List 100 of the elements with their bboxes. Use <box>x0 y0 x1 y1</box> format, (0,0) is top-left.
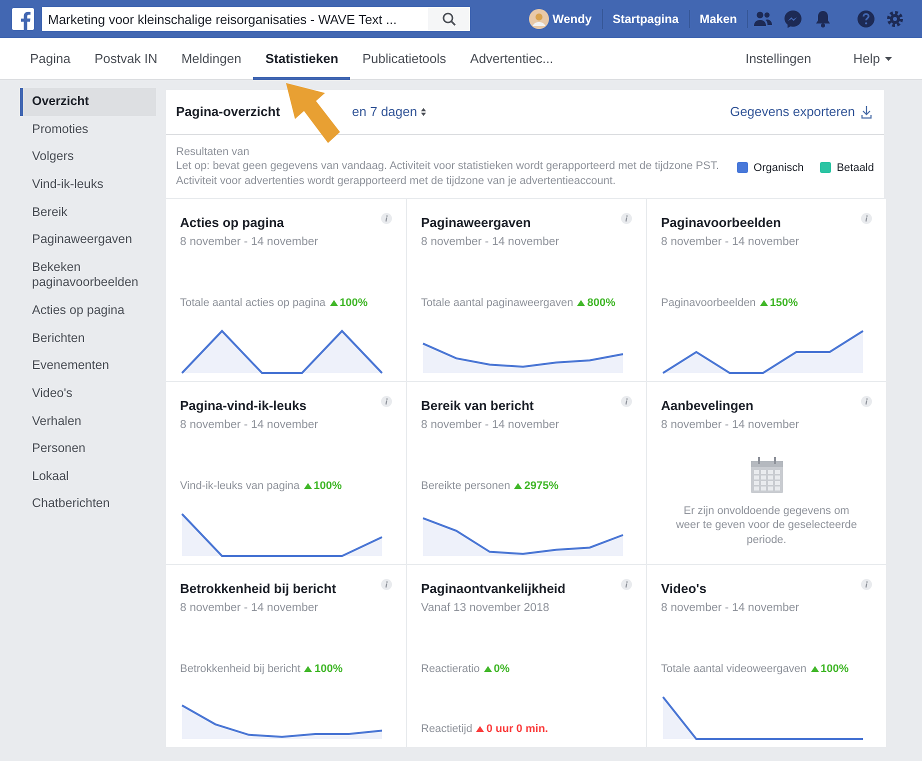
info-icon[interactable] <box>621 212 632 224</box>
trend-up-icon <box>514 482 522 489</box>
metric-label: Betrokkenheid bij bericht <box>180 662 300 677</box>
page-tab[interactable]: Meldingen <box>169 38 254 80</box>
card-title: Acties op pagina <box>180 214 286 232</box>
date-range-text: 8 november - 14 november <box>661 601 800 616</box>
sidebar-item[interactable]: Personen <box>20 435 156 463</box>
settings-icon[interactable] <box>885 9 905 29</box>
page-tab[interactable]: Statistieken <box>253 38 350 80</box>
page-tab[interactable]: Postvak IN <box>82 38 170 80</box>
annotation-arrow <box>285 82 341 144</box>
sidebar-item[interactable]: Promoties <box>20 116 156 144</box>
sidebar-item[interactable]: Verhalen <box>20 408 156 436</box>
sidebar-item[interactable]: Evenementen <box>20 352 156 380</box>
trend-up-icon <box>476 726 484 732</box>
card-title: Pagina-vind-ik-leuks <box>180 396 308 415</box>
change-value: 0 uur 0 min. <box>486 722 548 738</box>
sidebar-item[interactable]: Paginaweergaven <box>20 226 156 254</box>
date-range-text: 8 november - 14 november <box>421 235 560 250</box>
date-range-text: 8 november - 14 november <box>421 418 560 434</box>
date-range-dropdown[interactable]: en 7 dagen <box>346 101 432 123</box>
change-value: 100% <box>314 478 342 494</box>
trend-up-icon <box>304 666 312 672</box>
notifications-bell-icon[interactable] <box>813 9 833 29</box>
page-tab[interactable]: Pagina <box>18 38 82 80</box>
download-icon <box>861 105 872 119</box>
date-range-text: 8 november - 14 november <box>661 235 800 250</box>
sidebar-item[interactable]: Lokaal <box>20 462 156 490</box>
sidebar-item[interactable]: Overzicht <box>20 88 156 116</box>
empty-message: Er zijn onvoldoende gegevens om weer te geven voor de geselecteerde periode. <box>674 504 858 548</box>
friends-icon[interactable] <box>753 9 773 29</box>
date-range-text: 8 november - 14 november <box>180 418 320 434</box>
change-value: 0% <box>494 662 510 677</box>
section-title: Pagina-overzicht <box>176 103 280 122</box>
date-range-text: 8 november - 14 november <box>180 601 320 616</box>
info-icon[interactable] <box>621 578 632 590</box>
trend-up-icon <box>484 666 492 672</box>
nav-link[interactable]: Maken <box>690 10 748 28</box>
sidebar-item[interactable]: Chatberichten <box>20 490 156 518</box>
search-icon <box>442 12 456 26</box>
sidebar-item[interactable]: Bekeken paginavoorbeelden <box>20 254 156 297</box>
info-icon[interactable] <box>861 578 872 590</box>
change-value: 100% <box>314 662 343 677</box>
card-title: Aanbevelingen <box>661 396 754 415</box>
info-icon[interactable] <box>381 212 392 224</box>
results-text: Resultaten van <box>176 145 250 160</box>
change-value: 150% <box>770 296 798 311</box>
sidebar-item[interactable]: Vind-ik-leuks <box>20 170 156 198</box>
page-tab[interactable]: Publicatietools <box>350 38 458 80</box>
trend-up-icon <box>810 666 819 672</box>
page-tab[interactable]: Help <box>841 38 904 80</box>
change-value: 100% <box>340 296 368 311</box>
sidebar-item[interactable]: Berichten <box>20 324 156 352</box>
messenger-icon[interactable] <box>783 9 803 29</box>
profile-link[interactable]: Wendy <box>518 9 603 29</box>
search-field[interactable]: Marketing voor kleinschalige reisorganisaties - WAVE Text ... <box>42 7 428 31</box>
info-icon[interactable] <box>381 578 392 590</box>
sidebar-item[interactable]: Video's <box>20 380 156 408</box>
sidebar-item[interactable]: Volgers <box>20 143 156 171</box>
change-value: 100% <box>820 662 849 677</box>
sidebar-item[interactable]: Acties op pagina <box>20 297 156 325</box>
calendar-icon <box>750 456 784 494</box>
card-title: Video's <box>661 580 708 598</box>
date-range-text: 8 november - 14 november <box>661 418 800 434</box>
facebook-logo-icon[interactable] <box>12 8 34 30</box>
legend-label: Organisch <box>754 160 804 175</box>
legend-label: Betaald <box>836 160 874 175</box>
nav-link[interactable]: Startpagina <box>602 10 690 28</box>
card-title: Paginaweergaven <box>421 214 532 232</box>
card-title: Bereik van bericht <box>421 396 535 415</box>
date-range-text: Vanaf 13 november 2018 <box>421 601 550 616</box>
help-icon[interactable] <box>856 9 876 29</box>
page-tab[interactable]: Advertentiec... <box>458 38 566 80</box>
note-text: Activiteit voor advertenties wordt gerapporteerd met de tijdzone van je advertentieaccount. <box>176 174 617 188</box>
metric-label: Totale aantal paginaweergaven <box>421 296 574 311</box>
metric-label: Totale aantal videoweergaven <box>661 662 807 677</box>
change-value: 2975% <box>524 478 559 494</box>
sidebar-item[interactable]: Bereik <box>20 198 156 226</box>
metric-label: Reactieratio <box>421 662 480 677</box>
export-link[interactable]: Gegevens exporteren <box>730 102 872 122</box>
metric-label: Totale aantal acties op pagina <box>180 296 326 311</box>
metric-label: Bereikte personen <box>421 478 510 494</box>
trend-up-icon <box>304 482 312 489</box>
trend-up-icon <box>577 300 586 306</box>
card-title: Betrokkenheid bij bericht <box>180 580 338 598</box>
metric-label: Vind-ik-leuks van pagina <box>180 478 300 494</box>
info-icon[interactable] <box>381 396 392 407</box>
metric-label: Paginavoorbeelden <box>661 296 756 311</box>
info-icon[interactable] <box>861 396 872 407</box>
change-value: 800% <box>587 296 616 311</box>
page-tab[interactable]: Instellingen <box>733 38 824 80</box>
metric-label: Reactietijd <box>421 722 472 738</box>
search-button[interactable] <box>428 7 470 31</box>
info-icon[interactable] <box>861 212 872 224</box>
note-text: Let op: bevat geen gegevens van vandaag. Activiteit voor statistieken wordt gerapporteerd met de tijdzone PST. <box>176 159 720 174</box>
sort-icon <box>421 108 426 116</box>
date-range-text: 8 november - 14 november <box>180 235 320 250</box>
card-title: Paginavoorbeelden <box>661 214 782 232</box>
info-icon[interactable] <box>621 396 632 407</box>
avatar-icon <box>528 9 548 29</box>
